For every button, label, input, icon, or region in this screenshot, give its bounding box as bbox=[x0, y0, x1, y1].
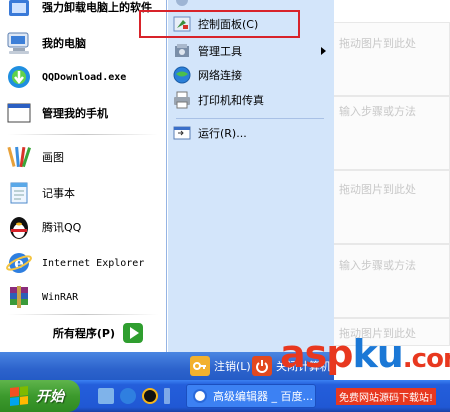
menu-item-label: 记事本 bbox=[42, 187, 75, 200]
annotation-highlight-box bbox=[139, 10, 300, 38]
qqdownload-icon bbox=[4, 62, 34, 92]
winrar-icon bbox=[4, 282, 34, 312]
all-programs-label: 所有程序(P) bbox=[52, 327, 115, 340]
watermark-logo-part: .com bbox=[402, 344, 450, 374]
start-button[interactable]: 开始 bbox=[0, 380, 80, 412]
watermark-tagline: 免费网站源码下载站! bbox=[336, 388, 437, 405]
step-hint: 输入步骤或方法 bbox=[339, 259, 416, 272]
step-input-area[interactable]: 输入步骤或方法 bbox=[318, 244, 450, 318]
menu-item-notepad[interactable]: 记事本 bbox=[4, 176, 164, 210]
menu-item-label: QQDownload.exe bbox=[42, 71, 127, 83]
drop-hint: 拖动图片到此处 bbox=[339, 183, 416, 196]
menu-item-label: 腾讯QQ bbox=[42, 221, 82, 234]
drop-hint: 拖动图片到此处 bbox=[339, 37, 416, 50]
menu-separator bbox=[176, 118, 324, 119]
menu-item-label: 管理工具 bbox=[198, 45, 242, 58]
menu-item-network-connections[interactable]: 网络连接 bbox=[172, 64, 330, 86]
menu-item-label: 网络连接 bbox=[198, 69, 242, 82]
menu-item-run[interactable]: 运行(R)... bbox=[172, 122, 330, 144]
menu-item-label: 画图 bbox=[42, 151, 64, 164]
network-connections-icon bbox=[172, 65, 192, 85]
logoff-button[interactable]: 注销(L) bbox=[190, 356, 251, 376]
start-menu: 强力卸载电脑上的软件 我的电脑 QQDownload.exe 管理我的手机 画图… bbox=[0, 0, 334, 352]
menu-item-label: Internet Explorer bbox=[42, 257, 145, 269]
windows-logo-icon bbox=[10, 386, 28, 406]
menu-item-printers-fax[interactable]: 打印机和传真 bbox=[172, 89, 330, 111]
menu-item-phone-manager[interactable]: 管理我的手机 bbox=[4, 96, 164, 130]
power-icon bbox=[252, 356, 272, 376]
notepad-icon bbox=[4, 178, 34, 208]
menu-item-internet-explorer[interactable]: e Internet Explorer bbox=[4, 246, 164, 280]
green-arrow-icon bbox=[123, 323, 143, 343]
internet-explorer-icon: e bbox=[4, 248, 34, 278]
menu-item-label: 管理我的手机 bbox=[42, 107, 108, 120]
key-icon bbox=[190, 356, 210, 376]
quick-launch-chevron-icon[interactable] bbox=[164, 388, 170, 404]
paint-icon bbox=[4, 142, 34, 172]
uninstall-icon bbox=[4, 0, 34, 22]
qq-icon[interactable] bbox=[142, 388, 158, 404]
menu-item-label: 运行(R)... bbox=[198, 127, 247, 140]
browser-window-icon bbox=[193, 389, 207, 403]
qq-penguin-icon bbox=[4, 212, 34, 242]
image-drop-zone[interactable]: 拖动图片到此处 bbox=[318, 170, 450, 244]
admin-tools-icon bbox=[172, 41, 192, 61]
run-icon bbox=[172, 123, 192, 143]
watermark-logo-part: ku bbox=[352, 332, 403, 376]
menu-item-qq[interactable]: 腾讯QQ bbox=[4, 210, 164, 244]
show-desktop-icon[interactable] bbox=[98, 388, 114, 404]
menu-separator bbox=[8, 134, 158, 135]
watermark-logo-part: asp bbox=[280, 332, 353, 376]
image-drop-zone[interactable]: 拖动图片到此处 bbox=[318, 22, 450, 96]
all-programs-button[interactable]: 所有程序(P) bbox=[0, 314, 167, 352]
watermark-logo: aspku.com bbox=[280, 332, 450, 376]
menu-item-qqdownload[interactable]: QQDownload.exe bbox=[4, 60, 164, 94]
menu-item-label: WinRAR bbox=[42, 291, 79, 303]
menu-item-winrar[interactable]: WinRAR bbox=[4, 280, 164, 314]
menu-item-admin-tools[interactable]: 管理工具 bbox=[172, 40, 330, 62]
menu-item-label: 打印机和传真 bbox=[198, 94, 264, 107]
my-computer-icon bbox=[4, 28, 34, 58]
ie-icon[interactable] bbox=[120, 388, 136, 404]
phone-manager-icon bbox=[4, 98, 34, 128]
printer-fax-icon bbox=[172, 90, 192, 110]
menu-item-label: 强力卸载电脑上的软件 bbox=[42, 1, 152, 14]
menu-item-paint[interactable]: 画图 bbox=[4, 140, 164, 174]
site-watermark: aspku.com 免费网站源码下载站! bbox=[280, 332, 450, 412]
submenu-arrow-icon bbox=[321, 47, 326, 55]
start-label: 开始 bbox=[36, 389, 64, 405]
start-menu-programs-pane: 强力卸载电脑上的软件 我的电脑 QQDownload.exe 管理我的手机 画图… bbox=[0, 0, 167, 352]
step-hint: 输入步骤或方法 bbox=[339, 105, 416, 118]
step-input-area[interactable]: 输入步骤或方法 bbox=[318, 96, 450, 170]
menu-item-label: 我的电脑 bbox=[42, 37, 86, 50]
logoff-label: 注销(L) bbox=[214, 360, 251, 373]
